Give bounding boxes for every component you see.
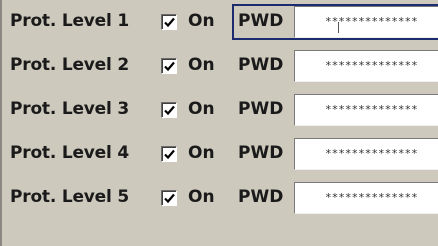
check-mark-icon xyxy=(164,149,175,160)
pwd-label: PWD xyxy=(238,143,284,163)
protection-level-label: Prot. Level 1 xyxy=(10,11,129,31)
protection-level-label: Prot. Level 2 xyxy=(10,55,129,75)
protection-on-checkbox[interactable] xyxy=(161,14,177,30)
password-field[interactable]: ************** xyxy=(294,6,438,38)
text-caret xyxy=(338,22,339,33)
protection-on-checkbox[interactable] xyxy=(161,190,177,206)
protection-on-label: On xyxy=(188,11,215,31)
pwd-label: PWD xyxy=(238,187,284,207)
protection-row-2: Prot. Level 2 On PWD ************** xyxy=(6,44,438,88)
pwd-label: PWD xyxy=(238,11,284,31)
protection-on-checkbox[interactable] xyxy=(161,146,177,162)
check-mark-icon xyxy=(164,17,175,28)
protection-row-5: Prot. Level 5 On PWD ************** xyxy=(6,176,438,220)
password-field[interactable]: ************** xyxy=(294,138,438,170)
protection-level-panel: Prot. Level 1 On PWD ************** Prot… xyxy=(0,0,438,246)
pwd-label: PWD xyxy=(238,55,284,75)
password-field[interactable]: ************** xyxy=(294,182,438,214)
password-field[interactable]: ************** xyxy=(294,94,438,126)
protection-on-checkbox[interactable] xyxy=(161,58,177,74)
protection-on-label: On xyxy=(188,187,215,207)
check-mark-icon xyxy=(164,61,175,72)
protection-row-4: Prot. Level 4 On PWD ************** xyxy=(6,132,438,176)
protection-on-label: On xyxy=(188,143,215,163)
protection-on-label: On xyxy=(188,55,215,75)
protection-level-label: Prot. Level 5 xyxy=(10,187,129,207)
protection-row-3: Prot. Level 3 On PWD ************** xyxy=(6,88,438,132)
check-mark-icon xyxy=(164,105,175,116)
protection-on-label: On xyxy=(188,99,215,119)
password-field[interactable]: ************** xyxy=(294,50,438,82)
protection-level-label: Prot. Level 4 xyxy=(10,143,129,163)
protection-level-label: Prot. Level 3 xyxy=(10,99,129,119)
protection-on-checkbox[interactable] xyxy=(161,102,177,118)
pwd-label: PWD xyxy=(238,99,284,119)
check-mark-icon xyxy=(164,193,175,204)
protection-row-1: Prot. Level 1 On PWD ************** xyxy=(6,0,438,44)
